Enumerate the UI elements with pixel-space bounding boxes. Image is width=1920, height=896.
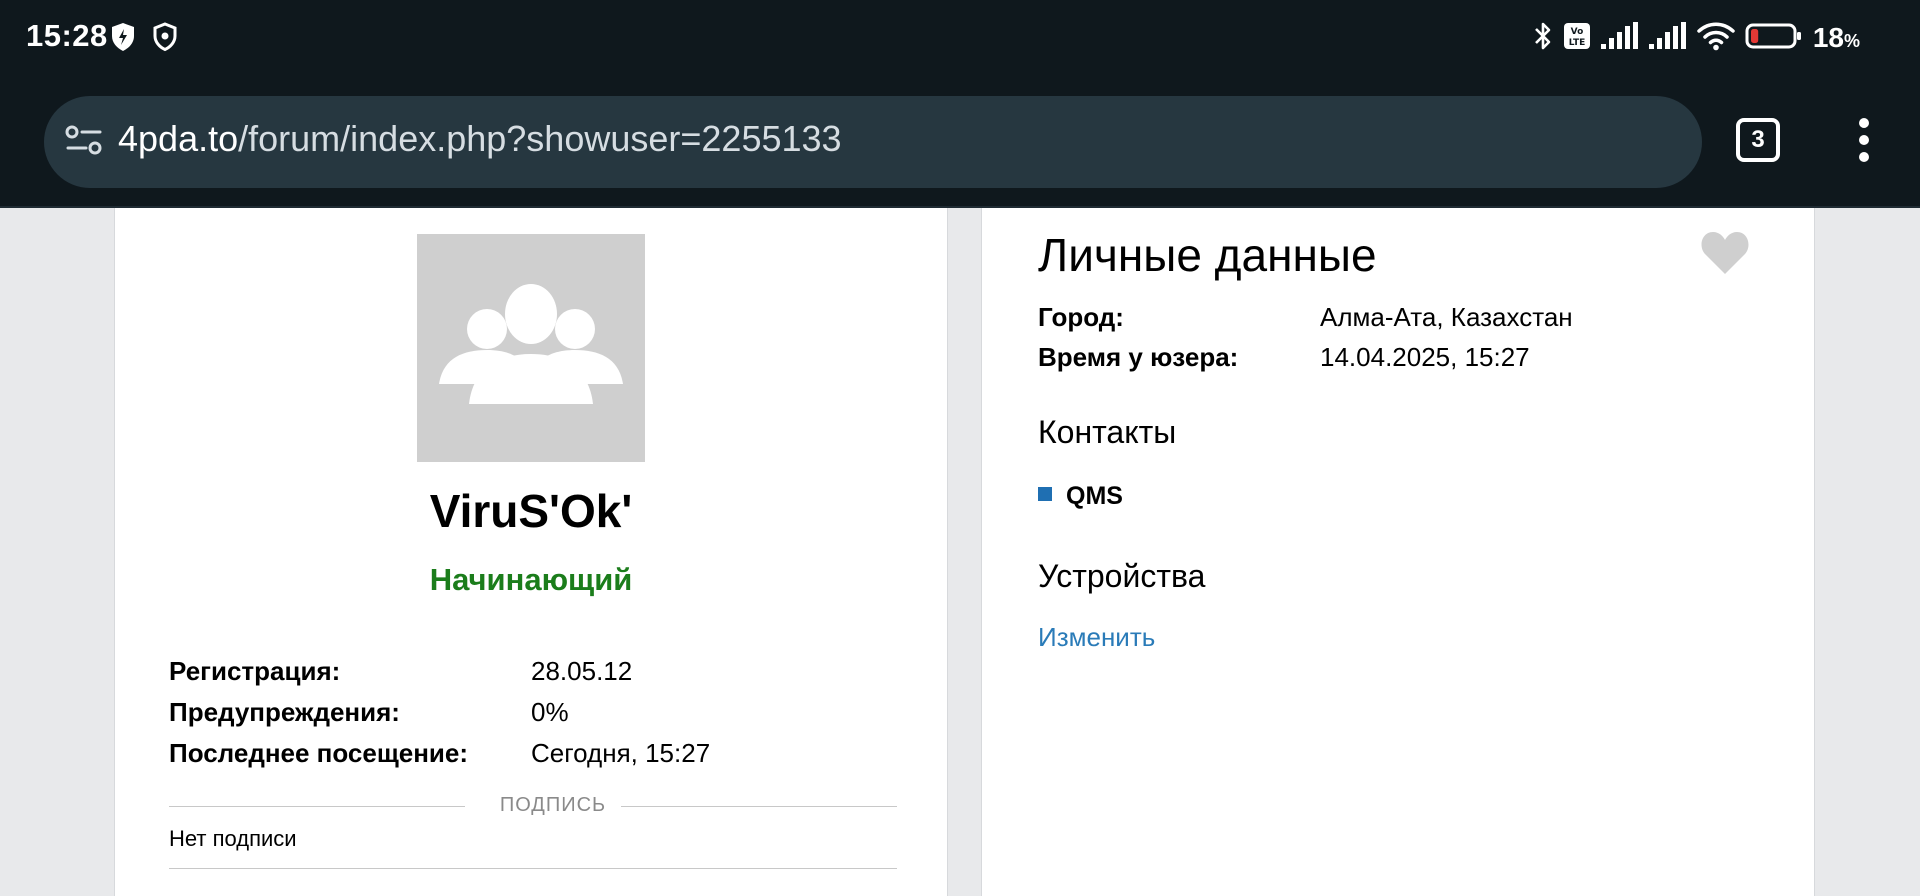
personal-label: Время у юзера: xyxy=(1038,342,1239,372)
page-content: ViruS'Ok' Начинающий Регистрация: 28.05.… xyxy=(0,208,1920,896)
personal-data-panel: Личные данные Город: Алма-Ата, Казахстан… xyxy=(981,208,1815,896)
shield-bolt-icon xyxy=(110,22,136,57)
menu-button[interactable] xyxy=(1852,118,1876,166)
info-value: Сегодня, 15:27 xyxy=(531,738,711,768)
username: ViruS'Ok' xyxy=(429,485,633,537)
change-devices-link[interactable]: Изменить xyxy=(1038,622,1155,653)
contacts-title: Контакты xyxy=(1038,414,1177,450)
status-bar: 15:28 Vo LTE 18% xyxy=(0,0,1920,78)
bullet-icon xyxy=(1038,487,1052,501)
info-label: Регистрация: xyxy=(169,656,341,686)
info-label: Последнее посещение: xyxy=(169,738,469,768)
battery-icon xyxy=(1745,22,1803,55)
site-settings-icon[interactable] xyxy=(64,124,104,163)
signal-icon xyxy=(1600,21,1639,55)
status-right-icons: Vo LTE 18% xyxy=(1533,18,1860,58)
signature-title: ПОДПИСЬ xyxy=(499,794,607,816)
info-value: 28.05.12 xyxy=(531,656,633,686)
divider xyxy=(169,868,897,869)
profile-panel: ViruS'Ok' Начинающий Регистрация: 28.05.… xyxy=(114,208,948,896)
url-host: 4pda.to xyxy=(118,118,239,159)
heart-icon[interactable] xyxy=(1700,230,1750,281)
info-label: Предупреждения: xyxy=(169,697,400,727)
avatar[interactable] xyxy=(417,234,645,462)
url-bar[interactable]: 4pda.to/forum/index.php?showuser=2255133 xyxy=(44,96,1702,188)
personal-label: Город: xyxy=(1038,302,1124,332)
browser-toolbar: 4pda.to/forum/index.php?showuser=2255133… xyxy=(0,78,1920,208)
url-path: /forum/index.php?showuser=2255133 xyxy=(238,118,842,159)
divider xyxy=(621,806,897,807)
shield-icon xyxy=(152,22,178,57)
battery-percent: 18% xyxy=(1812,22,1860,53)
default-avatar-icon xyxy=(439,284,623,404)
tab-switcher-button[interactable]: 3 xyxy=(1736,118,1780,162)
bluetooth-icon xyxy=(1533,20,1553,57)
divider xyxy=(169,806,465,807)
url-text[interactable]: 4pda.to/forum/index.php?showuser=2255133 xyxy=(118,118,842,160)
svg-text:Vo: Vo xyxy=(1571,27,1584,37)
volte-icon: Vo LTE xyxy=(1563,22,1591,55)
signal-icon xyxy=(1648,21,1687,55)
contact-qms-link[interactable]: QMS xyxy=(1038,482,1123,511)
personal-data-title: Личные данные xyxy=(1038,229,1377,281)
info-value: 0% xyxy=(531,697,569,727)
user-rank: Начинающий xyxy=(429,562,633,597)
devices-title: Устройства xyxy=(1038,558,1206,594)
personal-value: Алма-Ата, Казахстан xyxy=(1320,302,1573,332)
signature-text: Нет подписи xyxy=(169,826,297,851)
status-time: 15:28 xyxy=(26,18,108,53)
wifi-icon xyxy=(1697,21,1735,56)
personal-value: 14.04.2025, 15:27 xyxy=(1320,342,1530,372)
svg-text:LTE: LTE xyxy=(1569,38,1586,48)
